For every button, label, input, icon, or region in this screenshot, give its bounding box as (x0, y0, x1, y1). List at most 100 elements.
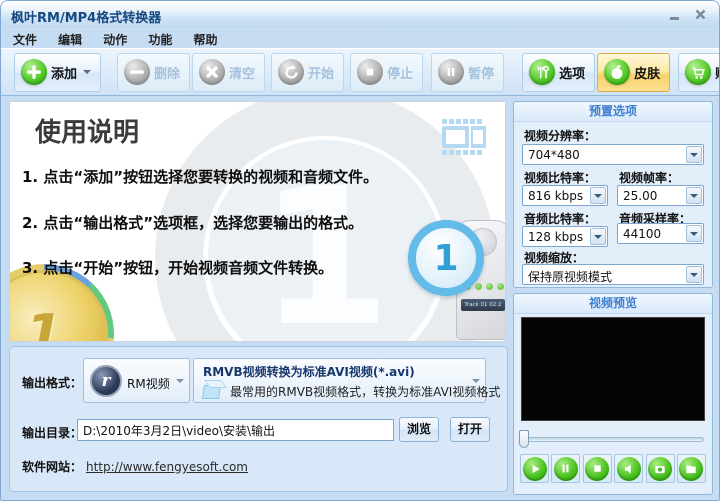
options-button-label: 选项 (559, 66, 586, 82)
clear-button-label: 清空 (229, 66, 256, 82)
pause-button-label: 暂停 (468, 66, 495, 82)
pause-icon (553, 456, 578, 481)
output-directory-input[interactable] (77, 419, 394, 441)
app-window: 枫叶RM/MP4格式转换器 文件 编辑 动作 功能 帮助 添加 删除 清空 开始… (0, 0, 720, 501)
menu-item-action[interactable]: 动作 (95, 28, 135, 48)
play-icon (522, 456, 547, 481)
video-framerate-value: 25.00 (623, 189, 658, 203)
coin-number: 1 (25, 302, 63, 342)
remove-button-label: 删除 (154, 66, 181, 82)
start-button[interactable]: 开始 (271, 52, 345, 92)
camera-icon (648, 456, 673, 481)
audio-bitrate-label: 音频比特率： (524, 212, 597, 226)
chevron-down-icon (472, 378, 480, 383)
output-profile-title: RMVB视频转换为标准AVI视频(*.avi) (203, 365, 415, 379)
menu-item-function[interactable]: 功能 (140, 28, 180, 48)
volume-button[interactable] (614, 454, 644, 483)
menu-item-edit[interactable]: 编辑 (50, 28, 90, 48)
chevron-down-icon[interactable] (686, 146, 702, 163)
close-button[interactable] (689, 6, 711, 22)
video-bitrate-select[interactable]: 816 kbps (522, 185, 608, 206)
video-scale-select[interactable]: 保持原视频模式 (522, 264, 704, 285)
stop-preview-button[interactable] (582, 454, 612, 483)
remove-button[interactable]: 删除 (117, 52, 191, 92)
video-resolution-label: 视频分辨率： (524, 129, 597, 143)
open-button[interactable]: 打开 (450, 417, 490, 442)
rm-logo-icon: r (90, 365, 122, 397)
film-strip-icon (442, 119, 486, 155)
instruction-step-1: 1. 点击“添加”按钮选择您要转换的视频和音频文件。 (22, 168, 379, 186)
audio-bitrate-value: 128 kbps (528, 230, 584, 244)
browse-button[interactable]: 浏览 (399, 417, 439, 442)
add-button-label: 添加 (51, 66, 78, 82)
number-one-badge: 1 (408, 220, 484, 296)
video-framerate-select[interactable]: 25.00 (617, 185, 704, 206)
output-format-select[interactable]: r RM视频 (83, 358, 190, 403)
output-profile-select[interactable]: RMVB视频转换为标准AVI视频(*.avi) 最常用的RMVB视频格式，转换为… (193, 358, 500, 403)
cart-icon (685, 59, 712, 85)
menu-item-file[interactable]: 文件 (5, 28, 45, 48)
chevron-down-icon[interactable] (686, 225, 702, 242)
options-button[interactable]: 选项 (522, 52, 596, 92)
preset-panel-header: 预置选项 (514, 102, 712, 122)
chevron-down-icon[interactable] (590, 187, 606, 204)
rm-logo-letter: r (101, 371, 111, 391)
close-icon (695, 9, 705, 19)
skin-button[interactable]: 皮肤 (597, 52, 671, 92)
pause-button[interactable]: 暂停 (431, 52, 505, 92)
menu-bar: 文件 编辑 动作 功能 帮助 (1, 28, 719, 48)
website-label: 软件网站： (22, 460, 83, 474)
output-profile-description: 最常用的RMVB视频格式，转换为标准AVI视频格式 (230, 385, 501, 399)
start-icon (278, 59, 305, 85)
window-title: 枫叶RM/MP4格式转换器 (11, 11, 162, 26)
stop-button-label: 停止 (387, 66, 414, 82)
badge-number: 1 (433, 237, 459, 279)
gold-coin-decoration: 1 (10, 270, 108, 342)
seek-slider-handle[interactable] (519, 430, 529, 448)
apple-skin-icon (604, 59, 631, 85)
seek-slider-track[interactable] (522, 437, 704, 442)
pause-preview-button[interactable] (551, 454, 581, 483)
video-bitrate-label: 视频比特率： (524, 171, 597, 185)
start-button-label: 开始 (308, 66, 335, 82)
clear-button[interactable]: 清空 (192, 52, 266, 92)
output-format-label: 输出格式： (22, 376, 83, 390)
chevron-down-icon (176, 378, 184, 383)
audio-bitrate-select[interactable]: 128 kbps (522, 226, 608, 247)
output-directory-label: 输出目录： (22, 426, 83, 440)
open-folder-button[interactable] (676, 454, 706, 483)
video-framerate-label: 视频帧率： (619, 171, 680, 185)
buy-button[interactable]: 购买 (678, 52, 719, 92)
instructions-panel: 1 使用说明 1. 点击“添加”按钮选择您要转换的视频和音频文件。 2. 点击“… (9, 101, 506, 342)
stop-button[interactable]: 停止 (350, 52, 424, 92)
toolbar: 添加 删除 清空 开始 停止 暂停 选项 皮肤 (1, 48, 719, 96)
video-bitrate-value: 816 kbps (528, 189, 584, 203)
player-screen: Track 01 02:2 (461, 299, 505, 311)
chevron-down-icon[interactable] (686, 187, 702, 204)
video-resolution-value: 704*480 (528, 148, 580, 162)
chevron-down-icon[interactable] (686, 266, 702, 283)
menu-item-help[interactable]: 帮助 (185, 28, 225, 48)
output-format-value: RM视频 (127, 377, 170, 391)
preview-screen (521, 317, 705, 421)
minimize-button[interactable] (663, 6, 685, 22)
speaker-icon (616, 456, 641, 481)
format-box-icon (202, 379, 228, 399)
add-button[interactable]: 添加 (14, 52, 102, 92)
play-button[interactable] (520, 454, 549, 483)
options-tools-icon (529, 59, 556, 85)
instruction-step-2: 2. 点击“输出格式”选项框，选择您要输出的格式。 (22, 214, 364, 232)
preview-panel-header: 视频预览 (514, 294, 712, 314)
buy-button-label: 购买 (715, 63, 719, 82)
website-link[interactable]: http://www.fengyesoft.com (86, 460, 248, 474)
instructions-heading: 使用说明 (35, 118, 140, 148)
chevron-down-icon[interactable] (590, 228, 606, 245)
snapshot-button[interactable] (645, 454, 675, 483)
stop-icon (585, 456, 610, 481)
add-icon (21, 59, 47, 85)
audio-samplerate-select[interactable]: 44100 (617, 223, 704, 244)
clear-icon (199, 59, 226, 85)
skin-button-label: 皮肤 (634, 66, 661, 82)
add-dropdown-arrow-icon (83, 70, 92, 74)
video-resolution-select[interactable]: 704*480 (522, 144, 704, 165)
